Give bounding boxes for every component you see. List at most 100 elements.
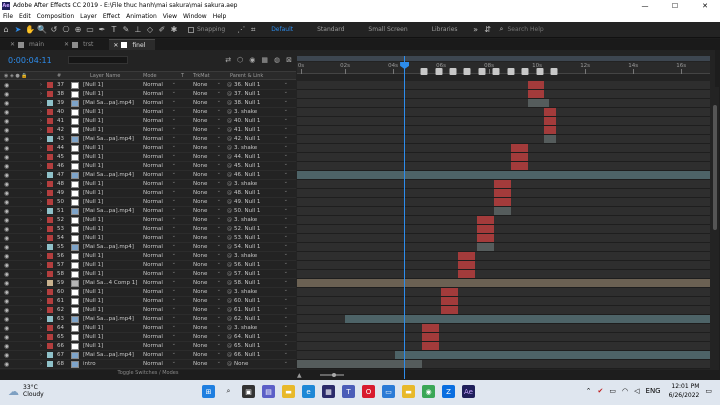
label-color[interactable] — [47, 127, 53, 133]
pick-whip-icon[interactable]: @ — [227, 262, 232, 268]
blend-mode-select[interactable]: Normal — [143, 89, 176, 98]
toggle-switches-modes[interactable]: Toggle Switches / Modes — [0, 370, 296, 378]
work-area-bar[interactable] — [297, 56, 710, 61]
layer-row[interactable]: ◉ › 56 [Null 1] Normal None @3. shake — [0, 251, 296, 261]
layer-name[interactable]: [Null 1] — [83, 298, 103, 304]
sync-settings-icon[interactable]: ⇵ — [482, 24, 494, 36]
minimize-button[interactable]: — — [630, 2, 660, 10]
parent-select[interactable]: @66. Null 1 — [227, 350, 288, 359]
layer-row[interactable]: ◉ › 53 [Null 1] Normal None @52. Null 1 — [0, 224, 296, 234]
visibility-eye-icon[interactable]: ◉ — [4, 361, 9, 368]
layer-row[interactable]: ◉ › 50 [Null 1] Normal None @49. Null 1 — [0, 197, 296, 207]
layer-duration-bar[interactable] — [441, 306, 458, 314]
pick-whip-icon[interactable]: @ — [227, 253, 232, 259]
visibility-eye-icon[interactable]: ◉ — [4, 253, 9, 260]
home-icon[interactable]: ⌂ — [0, 24, 12, 36]
opera-icon[interactable]: O — [362, 385, 375, 398]
twirl-icon[interactable]: › — [40, 361, 42, 367]
blend-mode-select[interactable]: Normal — [143, 170, 176, 179]
parent-select[interactable]: @3. shake — [227, 143, 288, 152]
layer-row[interactable]: ◉ › 38 [Null 1] Normal None @37. Null 1 — [0, 89, 296, 99]
trkmat-select[interactable]: None — [193, 116, 221, 125]
trkmat-select[interactable]: None — [193, 314, 221, 323]
visibility-eye-icon[interactable]: ◉ — [4, 181, 9, 188]
close-tab-icon[interactable]: ✕ — [10, 41, 15, 48]
folder-icon[interactable]: ▬ — [402, 385, 415, 398]
blend-mode-select[interactable]: Normal — [143, 197, 176, 206]
pick-whip-icon[interactable]: @ — [227, 190, 232, 196]
pick-whip-icon[interactable]: @ — [227, 352, 232, 358]
task-view-icon[interactable]: ▣ — [242, 385, 255, 398]
parent-select[interactable]: @49. Null 1 — [227, 197, 288, 206]
label-color[interactable] — [47, 271, 53, 277]
draft-3d-icon[interactable]: ⬡ — [237, 56, 243, 64]
twirl-icon[interactable]: › — [40, 352, 42, 358]
label-color[interactable] — [47, 109, 53, 115]
layer-marker[interactable] — [521, 68, 529, 75]
menu-effect[interactable]: Effect — [103, 13, 120, 20]
layer-duration-bar[interactable] — [395, 351, 710, 359]
label-color[interactable] — [47, 325, 53, 331]
trkmat-select[interactable]: None — [193, 80, 221, 89]
trkmat-select[interactable]: None — [193, 251, 221, 260]
layer-row[interactable]: ◉ › 37 [Null 1] Normal None @36. Null 1 — [0, 80, 296, 90]
twirl-icon[interactable]: › — [40, 181, 42, 187]
pick-whip-icon[interactable]: @ — [227, 163, 232, 169]
pen-tool-icon[interactable]: ✒ — [96, 24, 108, 36]
pan-behind-tool-icon[interactable]: ⊕ — [72, 24, 84, 36]
label-color[interactable] — [47, 154, 53, 160]
wifi-icon[interactable]: ◠ — [622, 387, 628, 395]
visibility-eye-icon[interactable]: ◉ — [4, 154, 9, 161]
visibility-eye-icon[interactable]: ◉ — [4, 127, 9, 134]
type-tool-icon[interactable]: T — [108, 24, 120, 36]
blend-mode-select[interactable]: Normal — [143, 278, 176, 287]
twirl-icon[interactable]: › — [40, 190, 42, 196]
label-color[interactable] — [47, 118, 53, 124]
layer-row[interactable]: ◉ › 58 [Null 1] Normal None @57. Null 1 — [0, 269, 296, 279]
trkmat-select[interactable]: None — [193, 197, 221, 206]
twirl-icon[interactable]: › — [40, 334, 42, 340]
visibility-eye-icon[interactable]: ◉ — [4, 109, 9, 116]
blend-mode-select[interactable]: Normal — [143, 161, 176, 170]
pick-whip-icon[interactable]: @ — [227, 154, 232, 160]
trkmat-select[interactable]: None — [193, 269, 221, 278]
layer-duration-bar[interactable] — [457, 252, 475, 260]
visibility-eye-icon[interactable]: ◉ — [4, 334, 9, 341]
visibility-eye-icon[interactable]: ◉ — [4, 244, 9, 251]
label-color[interactable] — [47, 217, 53, 223]
pick-whip-icon[interactable]: @ — [227, 325, 232, 331]
layer-duration-bar[interactable] — [477, 225, 494, 233]
time-ruler[interactable]: 0s 02s 04s 06s 08s 10s 12s 14s 16s — [297, 62, 710, 74]
twirl-icon[interactable]: › — [40, 226, 42, 232]
layer-duration-bar[interactable] — [297, 279, 710, 287]
twirl-icon[interactable]: › — [40, 199, 42, 205]
pick-whip-icon[interactable]: @ — [227, 217, 232, 223]
twirl-icon[interactable]: › — [40, 271, 42, 277]
visibility-eye-icon[interactable]: ◉ — [4, 118, 9, 125]
layer-name[interactable]: [Null 1] — [83, 199, 103, 205]
layer-duration-bar[interactable] — [477, 216, 494, 224]
label-color[interactable] — [47, 298, 53, 304]
snapping-checkbox[interactable] — [188, 26, 194, 33]
layer-search-input[interactable] — [67, 56, 128, 64]
twirl-icon[interactable]: › — [40, 145, 42, 151]
trkmat-select[interactable]: None — [193, 215, 221, 224]
roto-brush-tool-icon[interactable]: ✐ — [156, 24, 168, 36]
twirl-icon[interactable]: › — [40, 262, 42, 268]
zalo-icon[interactable]: Z — [442, 385, 455, 398]
label-color[interactable] — [47, 289, 53, 295]
label-color[interactable] — [47, 334, 53, 340]
parent-select[interactable]: @3. shake — [227, 215, 288, 224]
layer-duration-bar[interactable] — [527, 90, 545, 98]
trkmat-select[interactable]: None — [193, 143, 221, 152]
pick-whip-icon[interactable]: @ — [227, 109, 232, 115]
layer-name-header[interactable]: Layer Name — [90, 73, 120, 79]
layer-duration-bar[interactable] — [544, 126, 557, 134]
trkmat-select[interactable]: None — [193, 188, 221, 197]
parent-select[interactable]: @65. Null 1 — [227, 341, 288, 350]
parent-select[interactable]: @56. Null 1 — [227, 260, 288, 269]
snap-grid-icon[interactable]: ⌗ — [247, 24, 259, 36]
blend-mode-select[interactable]: Normal — [143, 134, 176, 143]
pick-whip-icon[interactable]: @ — [227, 100, 232, 106]
label-color[interactable] — [47, 82, 53, 88]
